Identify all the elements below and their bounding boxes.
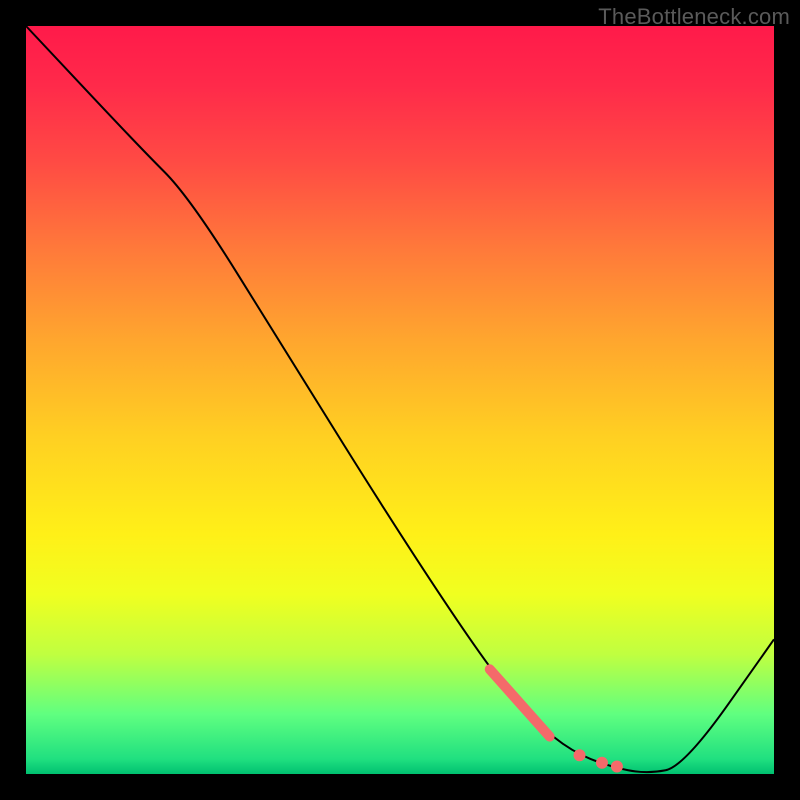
bottleneck-curve xyxy=(26,26,774,772)
highlight-segment xyxy=(490,669,550,736)
watermark-text: TheBottleneck.com xyxy=(598,4,790,30)
highlight-dots xyxy=(574,749,623,772)
chart-area xyxy=(26,26,774,774)
highlight-dot xyxy=(611,761,623,773)
highlight-dot xyxy=(574,749,586,761)
chart-svg xyxy=(26,26,774,774)
highlight-dot xyxy=(596,757,608,769)
